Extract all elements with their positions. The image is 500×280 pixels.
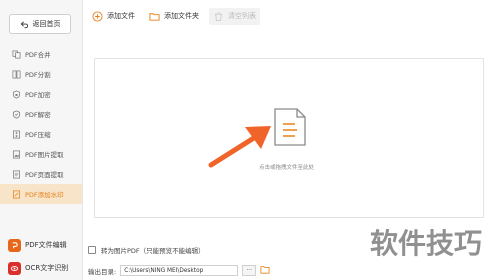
sidebar-item-pdf-encrypt[interactable]: PDF加密: [0, 84, 82, 104]
lock-shield-icon: [12, 90, 21, 98]
sidebar-item-pdf-merge[interactable]: PDF合并: [0, 44, 82, 64]
sidebar: 返回首页 PDF合并 PDF分割 PDF加密 PDF解密 PDF压缩 PDF图片…: [0, 0, 83, 280]
convert-checkbox[interactable]: [88, 246, 96, 254]
pdf-edit-icon: [8, 238, 21, 252]
output-directory-label: 输出目录:: [88, 267, 117, 276]
back-home-label: 返回首页: [32, 20, 61, 28]
svg-text:软件技巧: 软件技巧: [370, 227, 482, 260]
unlock-shield-icon: [12, 110, 21, 118]
sidebar-item-label: PDF添加水印: [25, 191, 64, 199]
ocr-icon: [8, 261, 21, 275]
clear-list-label: 清空列表: [228, 12, 256, 20]
image-extract-icon: [12, 150, 21, 158]
output-path-field[interactable]: C:\Users\NING MEI\Desktop: [120, 265, 239, 276]
plus-circle-icon: [92, 10, 103, 22]
sidebar-item-label: PDF解密: [25, 111, 51, 119]
toolbar: 添加文件 添加文件夹 清空列表: [88, 6, 260, 26]
compress-icon: [12, 130, 21, 138]
add-folder-button[interactable]: 添加文件夹: [145, 8, 203, 25]
merge-icon: [12, 50, 21, 58]
output-directory-row: 输出目录: C:\Users\NING MEI\Desktop ···: [88, 265, 270, 276]
clear-list-button[interactable]: 清空列表: [209, 7, 260, 25]
split-icon: [12, 70, 21, 78]
folder-icon: [149, 12, 160, 21]
promo-pdf-edit[interactable]: PDF文件编辑: [8, 235, 78, 255]
add-file-label: 添加文件: [107, 12, 135, 20]
drop-hint-text: 点击或拖拽文件至此处: [259, 165, 315, 171]
sidebar-item-label: PDF加密: [25, 91, 51, 99]
sidebar-item-pdf-split[interactable]: PDF分割: [0, 64, 82, 84]
sidebar-item-label: PDF合并: [25, 51, 51, 59]
sidebar-item-pdf-compress[interactable]: PDF压缩: [0, 124, 82, 144]
document-icon: [274, 108, 306, 146]
sidebar-item-label: PDF分割: [25, 71, 51, 79]
page-extract-icon: [12, 170, 21, 178]
sidebar-list: PDF合并 PDF分割 PDF加密 PDF解密 PDF压缩 PDF图片提取 PD…: [0, 44, 82, 204]
sidebar-item-pdf-image-extract[interactable]: PDF图片提取: [0, 144, 82, 164]
promo-ocr-label: OCR文字识别: [25, 264, 69, 272]
sidebar-item-pdf-watermark[interactable]: PDF添加水印: [0, 184, 82, 204]
browse-button[interactable]: ···: [242, 265, 257, 276]
file-drop-area[interactable]: 点击或拖拽文件至此处: [94, 58, 484, 218]
sidebar-item-label: PDF压缩: [25, 131, 51, 139]
convert-option-label: 转为图片PDF（只能预览不能编辑）: [101, 247, 205, 255]
add-folder-label: 添加文件夹: [164, 12, 199, 20]
sidebar-item-pdf-page-extract[interactable]: PDF页面提取: [0, 164, 82, 184]
sidebar-item-label: PDF图片提取: [25, 151, 64, 159]
convert-option[interactable]: 转为图片PDF（只能预览不能编辑）: [88, 245, 205, 255]
trash-icon: [214, 11, 223, 21]
back-home-button[interactable]: 返回首页: [9, 14, 71, 34]
open-folder-icon[interactable]: [260, 265, 270, 276]
site-watermark: 软件技巧: [356, 224, 496, 262]
output-path-value: C:\Users\NING MEI\Desktop: [124, 267, 204, 274]
promo-ocr[interactable]: OCR文字识别: [8, 258, 78, 278]
add-file-button[interactable]: 添加文件: [88, 8, 139, 25]
sidebar-item-label: PDF页面提取: [25, 171, 64, 179]
back-arrow-icon: [20, 20, 28, 28]
promo-pdf-edit-label: PDF文件编辑: [25, 241, 67, 249]
watermark-icon: [12, 190, 21, 198]
sidebar-item-pdf-decrypt[interactable]: PDF解密: [0, 104, 82, 124]
